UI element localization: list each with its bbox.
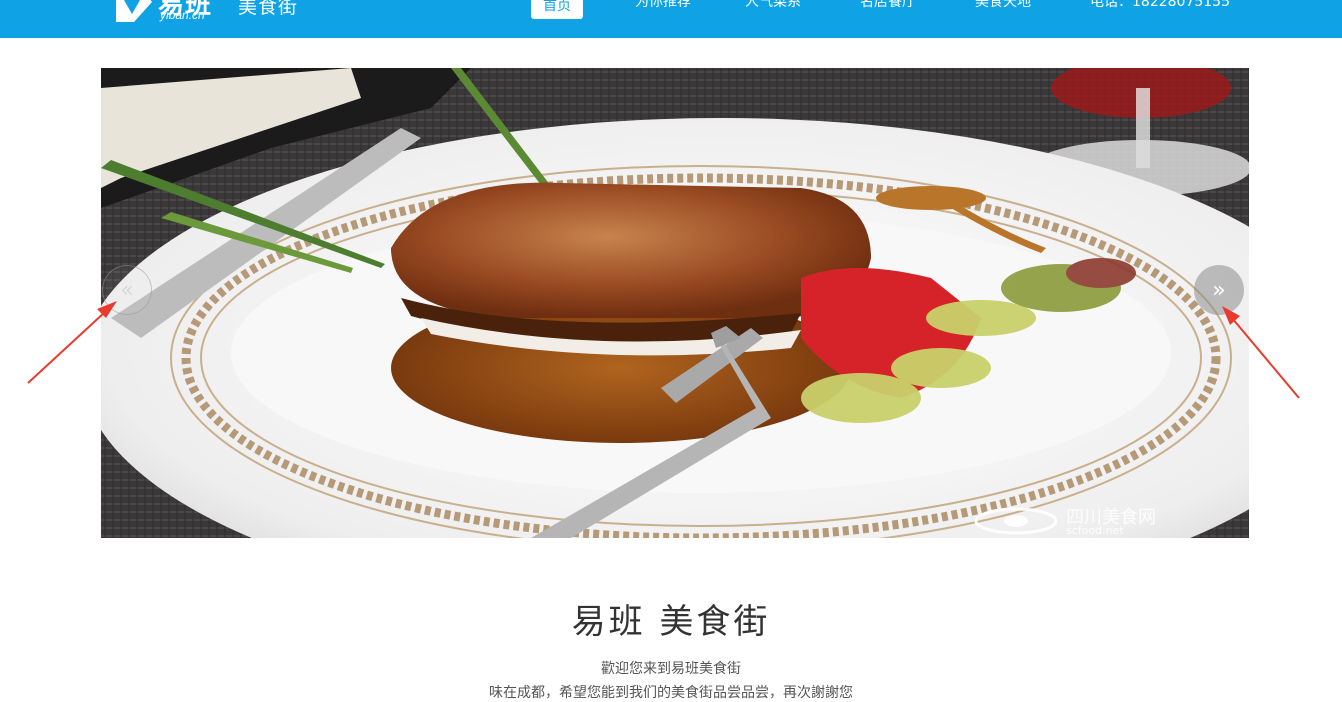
nav-phone: 电话：18228075155: [1090, 0, 1230, 10]
nav-item-famous-restaurants[interactable]: 名店餐厅: [860, 0, 916, 11]
nav-item-food-world[interactable]: 美食天地: [975, 0, 1031, 11]
watermark-text-en: scfood.net: [1066, 524, 1124, 537]
welcome-text-line1: 歡迎您来到易班美食街: [601, 661, 741, 677]
nav-item-home[interactable]: 首页: [531, 0, 583, 19]
top-header: 易班 yiban.cn 美食街 首页 为你推荐 人气菜系 名店餐厅 美食天地 电…: [0, 0, 1342, 38]
welcome-text-line2: 味在成都，希望您能到我们的美食街品尝品尝，再次謝謝您: [489, 685, 853, 701]
carousel-prev-button[interactable]: «: [102, 265, 152, 315]
nav-item-recommend[interactable]: 为你推荐: [635, 0, 691, 11]
carousel-next-button[interactable]: »: [1194, 265, 1244, 315]
chevron-left-icon: «: [120, 277, 134, 303]
nav-item-popular-cuisine[interactable]: 人气菜系: [745, 0, 801, 11]
main-nav: 首页 为你推荐 人气菜系 名店餐厅 美食天地 电话：18228075155: [0, 0, 1342, 38]
welcome-title: 易班 美食街: [571, 602, 771, 642]
carousel-slide-food-image: 四川美食网 scfood.net: [101, 68, 1249, 538]
chevron-right-icon: »: [1212, 277, 1226, 303]
image-carousel: 四川美食网 scfood.net: [101, 68, 1249, 538]
